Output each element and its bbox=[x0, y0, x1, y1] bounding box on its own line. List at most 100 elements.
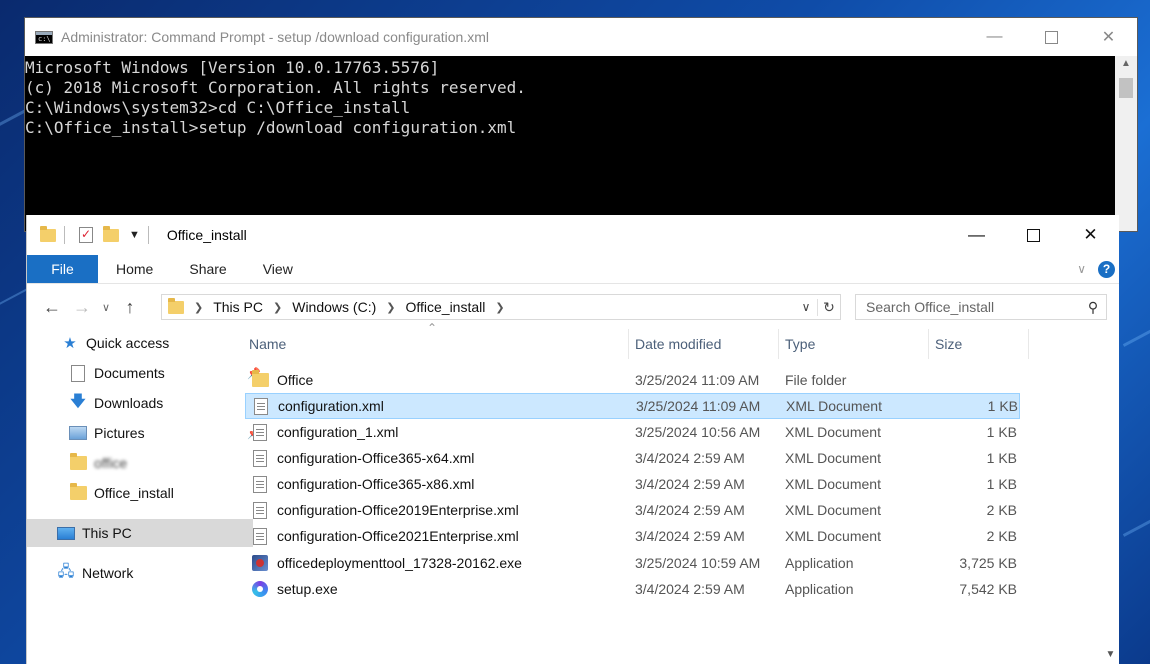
nav-item-blurred-folder[interactable]: office bbox=[27, 449, 265, 477]
chevron-down-icon[interactable]: ∨ bbox=[795, 300, 817, 314]
search-box[interactable]: ⚲ bbox=[855, 294, 1107, 320]
explorer-title-bar[interactable]: ✓ ▼ Office_install — ✕ bbox=[27, 215, 1119, 255]
file-row-selected[interactable]: configuration.xml 3/25/2024 11:09 AM XML… bbox=[245, 393, 1020, 419]
column-header-size[interactable]: Size bbox=[929, 329, 1029, 359]
tab-share[interactable]: Share bbox=[171, 255, 244, 283]
maximize-icon[interactable] bbox=[1005, 215, 1062, 255]
column-header-date[interactable]: Date modified bbox=[629, 329, 779, 359]
file-size: 3,725 KB bbox=[959, 555, 1017, 571]
nav-item-this-pc[interactable]: This PC bbox=[27, 519, 253, 547]
breadcrumb-this-pc[interactable]: This PC bbox=[207, 299, 269, 315]
file-row[interactable]: Office 3/25/2024 11:09 AM File folder bbox=[245, 367, 1020, 393]
back-arrow-icon[interactable]: ← bbox=[37, 297, 67, 318]
refresh-icon[interactable]: ↻ bbox=[817, 298, 840, 316]
up-arrow-icon[interactable]: ↑ bbox=[115, 297, 145, 318]
nav-item-pictures[interactable]: Pictures 📌 bbox=[27, 419, 265, 447]
file-name: Office bbox=[277, 372, 314, 388]
recent-locations-icon[interactable]: ∨ bbox=[97, 301, 115, 314]
folder-icon bbox=[168, 297, 184, 314]
cmd-title: Administrator: Command Prompt - setup /d… bbox=[61, 29, 489, 45]
file-size: 1 KB bbox=[987, 398, 1018, 414]
desktop-light-streak bbox=[1122, 506, 1150, 537]
nav-item-label: office bbox=[94, 455, 128, 471]
xml-file-icon bbox=[251, 423, 269, 441]
ribbon-tabs: File Home Share View ∨ ? bbox=[27, 255, 1119, 284]
command-prompt-window[interactable]: c:\ Administrator: Command Prompt - setu… bbox=[24, 17, 1138, 232]
star-icon: ★ bbox=[63, 335, 77, 352]
chevron-right-icon[interactable]: ❯ bbox=[190, 301, 207, 314]
file-type: XML Document bbox=[785, 424, 881, 440]
explorer-scrollbar[interactable]: ▼ bbox=[1102, 329, 1119, 664]
file-list[interactable]: ⌃ Name Date modified Type Size Office 3/… bbox=[243, 321, 1119, 664]
cmd-output[interactable]: Microsoft Windows [Version 10.0.17763.55… bbox=[25, 56, 1137, 138]
file-explorer-window[interactable]: ✓ ▼ Office_install — ✕ File Home Share V… bbox=[26, 215, 1119, 664]
file-type: XML Document bbox=[785, 476, 881, 492]
quick-access-dropdown-icon[interactable]: ▼ bbox=[129, 229, 140, 241]
chevron-right-icon[interactable]: ❯ bbox=[382, 301, 399, 314]
close-icon[interactable]: ✕ bbox=[1062, 215, 1119, 255]
expand-ribbon-icon[interactable]: ∨ bbox=[1077, 262, 1086, 276]
file-row[interactable]: officedeploymenttool_17328-20162.exe 3/2… bbox=[245, 550, 1020, 576]
file-type: Application bbox=[785, 555, 854, 571]
close-icon[interactable]: ✕ bbox=[1080, 18, 1137, 56]
search-icon[interactable]: ⚲ bbox=[1080, 299, 1106, 316]
cmd-line: C:\Office_install>setup /download config… bbox=[25, 118, 517, 137]
file-date: 3/4/2024 2:59 AM bbox=[635, 581, 745, 597]
chevron-right-icon[interactable]: ❯ bbox=[491, 301, 508, 314]
xml-file-icon bbox=[251, 449, 269, 467]
help-icon[interactable]: ? bbox=[1098, 260, 1115, 278]
file-row[interactable]: configuration-Office365-x86.xml 3/4/2024… bbox=[245, 471, 1020, 497]
cmd-line: C:\Windows\system32>cd C:\Office_install bbox=[25, 98, 411, 117]
setup-app-icon bbox=[251, 580, 269, 598]
nav-item-label: Quick access bbox=[86, 335, 170, 351]
search-input[interactable] bbox=[856, 298, 1080, 316]
download-arrow-icon: 🡇 bbox=[70, 392, 86, 410]
breadcrumb-windows-c[interactable]: Windows (C:) bbox=[286, 299, 382, 315]
maximize-icon[interactable] bbox=[1023, 18, 1080, 56]
folder-icon bbox=[69, 483, 87, 501]
minimize-icon[interactable]: — bbox=[948, 215, 1005, 255]
scroll-up-icon[interactable]: ▲ bbox=[1115, 58, 1137, 69]
nav-item-downloads[interactable]: 🡇 Downloads 📌 bbox=[27, 389, 265, 417]
column-header-type[interactable]: Type bbox=[779, 329, 929, 359]
nav-item-office-install[interactable]: Office_install bbox=[27, 479, 265, 507]
folder-icon bbox=[69, 453, 87, 471]
address-bar[interactable]: ❯ This PC ❯ Windows (C:) ❯ Office_instal… bbox=[161, 294, 841, 320]
chevron-right-icon[interactable]: ❯ bbox=[269, 301, 286, 314]
file-row[interactable]: configuration_1.xml 3/25/2024 10:56 AM X… bbox=[245, 419, 1020, 445]
scroll-down-icon[interactable]: ▼ bbox=[1102, 649, 1119, 660]
explorer-title: Office_install bbox=[166, 227, 247, 243]
file-row[interactable]: configuration-Office2021Enterprise.xml 3… bbox=[245, 523, 1020, 549]
nav-item-documents[interactable]: Documents 📌 bbox=[27, 359, 265, 387]
file-type: Application bbox=[785, 581, 854, 597]
folder-icon bbox=[251, 370, 269, 389]
file-type: XML Document bbox=[785, 502, 881, 518]
file-row[interactable]: configuration-Office2019Enterprise.xml 3… bbox=[245, 497, 1020, 523]
cmd-scroll-thumb[interactable] bbox=[1119, 78, 1133, 98]
nav-item-network[interactable]: 🖧 Network bbox=[27, 559, 253, 587]
forward-arrow-icon[interactable]: → bbox=[67, 297, 97, 318]
cmd-title-bar[interactable]: c:\ Administrator: Command Prompt - setu… bbox=[25, 18, 1137, 56]
properties-icon[interactable]: ✓ bbox=[79, 227, 93, 243]
tab-file[interactable]: File bbox=[27, 255, 98, 283]
file-row[interactable]: setup.exe 3/4/2024 2:59 AM Application 7… bbox=[245, 576, 1020, 602]
minimize-icon[interactable]: — bbox=[966, 18, 1023, 56]
tab-home[interactable]: Home bbox=[98, 255, 171, 283]
file-size: 1 KB bbox=[986, 476, 1017, 492]
column-header-name[interactable]: Name bbox=[243, 329, 629, 359]
nav-item-quick-access[interactable]: ★ Quick access bbox=[27, 329, 257, 357]
file-row[interactable]: configuration-Office365-x64.xml 3/4/2024… bbox=[245, 445, 1020, 471]
file-date: 3/25/2024 11:09 AM bbox=[636, 398, 761, 414]
file-size: 2 KB bbox=[986, 502, 1017, 518]
file-name: setup.exe bbox=[277, 581, 338, 597]
tab-view[interactable]: View bbox=[245, 255, 311, 283]
file-name: configuration-Office365-x64.xml bbox=[277, 450, 475, 466]
breadcrumb-office-install[interactable]: Office_install bbox=[399, 299, 491, 315]
divider bbox=[147, 226, 149, 244]
file-name: configuration-Office2021Enterprise.xml bbox=[277, 528, 519, 544]
navigation-pane[interactable]: ★ Quick access Documents 📌 🡇 Downloads 📌… bbox=[27, 329, 261, 664]
nav-item-label: Office_install bbox=[94, 485, 174, 501]
cmd-scrollbar[interactable]: ▲ bbox=[1115, 56, 1137, 231]
file-date: 3/4/2024 2:59 AM bbox=[635, 502, 745, 518]
new-folder-icon[interactable] bbox=[103, 225, 119, 242]
